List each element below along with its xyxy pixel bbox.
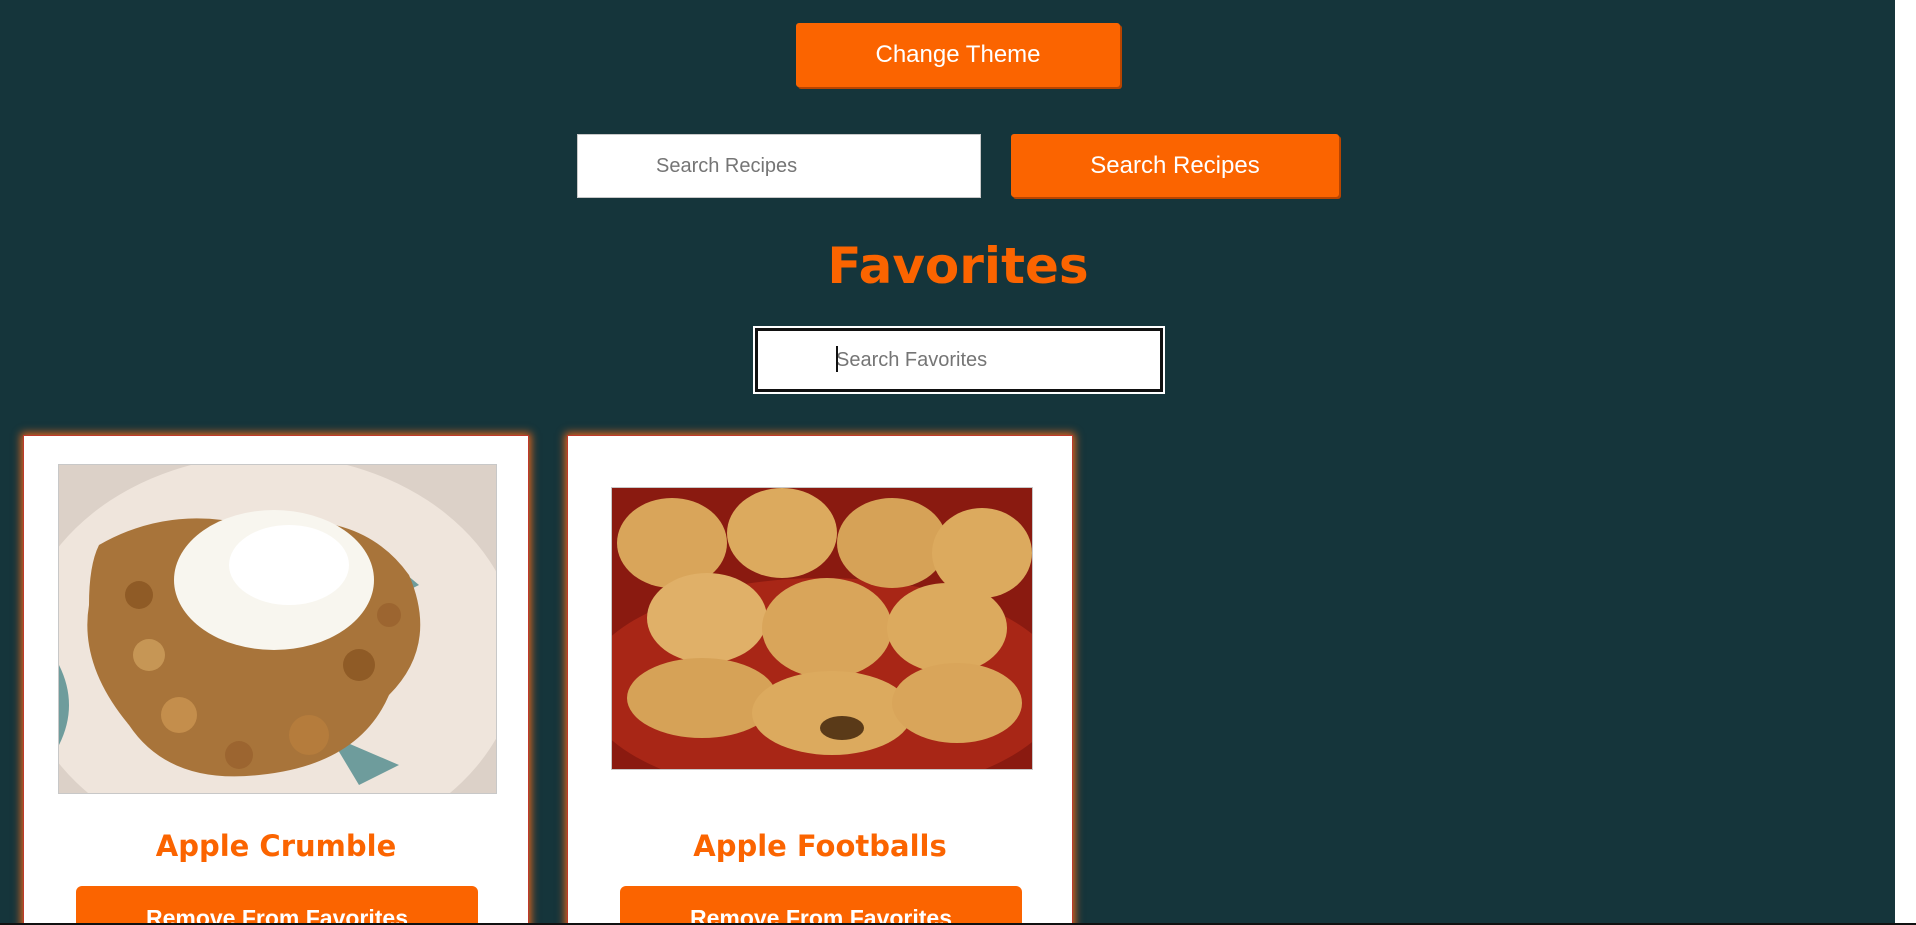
apple-crumble-image[interactable] xyxy=(58,464,497,794)
favorite-card: Apple Footballs Remove From Favorites xyxy=(567,435,1073,925)
remove-from-favorites-button[interactable]: Remove From Favorites xyxy=(76,886,478,925)
remove-from-favorites-button[interactable]: Remove From Favorites xyxy=(620,886,1022,925)
recipe-title: Apple Crumble xyxy=(155,829,397,863)
favorites-heading: Favorites xyxy=(827,237,1089,295)
search-favorites-input[interactable] xyxy=(753,326,1165,394)
apple-footballs-image[interactable] xyxy=(611,487,1033,770)
scrollbar-track[interactable] xyxy=(1895,0,1916,925)
favorite-card: Apple Crumble Remove From Favorites xyxy=(23,435,529,925)
recipe-title: Apple Footballs xyxy=(693,829,947,863)
search-recipes-input[interactable] xyxy=(577,134,981,198)
search-recipes-button[interactable]: Search Recipes xyxy=(1011,134,1339,197)
change-theme-button[interactable]: Change Theme xyxy=(796,23,1120,87)
text-caret xyxy=(836,346,838,372)
app-viewport: Change Theme Search Recipes Favorites xyxy=(0,0,1916,925)
